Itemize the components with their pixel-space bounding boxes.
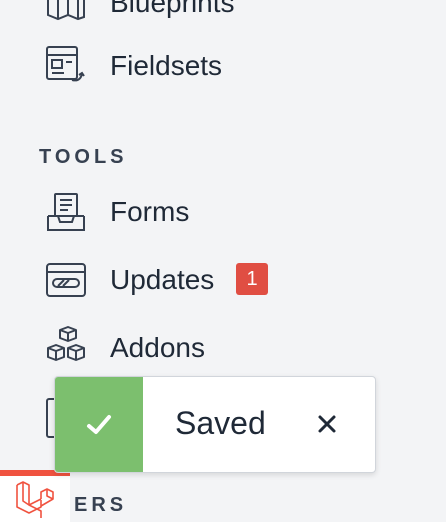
toast-close-button[interactable] bbox=[312, 407, 342, 441]
toast-message: Saved bbox=[175, 405, 266, 441]
cubes-icon bbox=[44, 326, 88, 370]
users-section-heading: ERS bbox=[74, 494, 128, 516]
inbox-form-icon bbox=[44, 190, 88, 234]
laravel-logo bbox=[0, 470, 70, 522]
sidebar-item-label: Blueprints bbox=[110, 0, 235, 18]
success-check-area bbox=[55, 377, 143, 472]
sidebar-item-updates[interactable]: Updates 1 bbox=[44, 255, 268, 305]
sidebar-item-label: Addons bbox=[110, 332, 205, 363]
sidebar-item-fieldsets[interactable]: Fieldsets bbox=[44, 41, 222, 91]
close-icon bbox=[318, 415, 336, 433]
sidebar-item-blueprints[interactable]: Blueprints bbox=[44, 0, 235, 28]
saved-toast: Saved bbox=[54, 376, 376, 473]
sidebar-item-label: Fieldsets bbox=[110, 50, 223, 81]
sidebar-item-label: Forms bbox=[110, 196, 190, 227]
blueprint-icon bbox=[44, 0, 88, 25]
sidebar-item-forms[interactable]: Forms bbox=[44, 187, 189, 237]
updates-window-icon bbox=[44, 258, 88, 302]
sidebar-item-addons[interactable]: Addons bbox=[44, 323, 205, 373]
fieldset-icon bbox=[44, 44, 88, 88]
tools-section-heading: TOOLS bbox=[39, 146, 128, 168]
checkmark-icon bbox=[87, 414, 111, 434]
sidebar-item-label: Updates bbox=[110, 264, 215, 295]
updates-count-badge: 1 bbox=[236, 263, 268, 295]
